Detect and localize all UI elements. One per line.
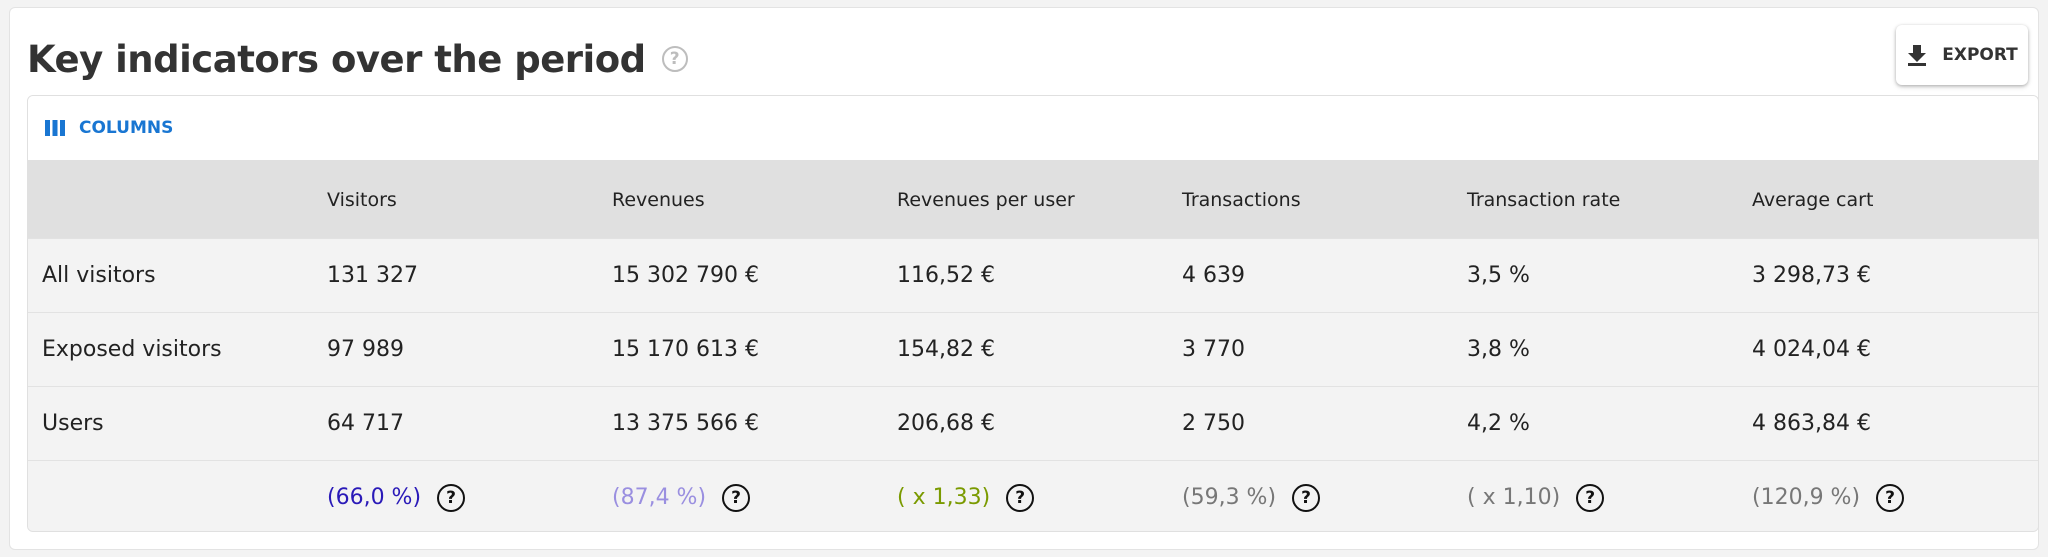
- ratio-cell: (120,9 %) ?: [1738, 483, 2034, 512]
- ratio-value: ( x 1,33): [897, 485, 991, 510]
- ratio-value: (59,3 %): [1182, 485, 1277, 510]
- table-cell: 3 298,73 €: [1752, 263, 1871, 288]
- download-icon: [1908, 45, 1927, 66]
- table-cell: 4,2 %: [1467, 411, 1530, 436]
- table-cell: 154,82 €: [897, 337, 995, 362]
- view-columns-icon: [45, 120, 65, 136]
- help-circle-icon[interactable]: ?: [1876, 483, 1905, 512]
- help-circle-icon[interactable]: ?: [661, 46, 688, 72]
- table-header-row: Visitors Revenues Revenues per user Tran…: [28, 161, 2038, 239]
- ratio-row: (66,0 %) ? (87,4 %) ? ( x 1,33) ? (59,3 …: [28, 461, 2038, 531]
- help-circle-icon[interactable]: ?: [1006, 483, 1035, 512]
- table-cell: 97 989: [327, 337, 404, 362]
- key-indicators-card: Key indicators over the period ? EXPORT …: [9, 7, 2039, 550]
- ratio-cell: (66,0 %) ?: [313, 483, 598, 512]
- ratio-cell: (59,3 %) ?: [1168, 483, 1453, 512]
- export-button[interactable]: EXPORT: [1896, 25, 2028, 85]
- page-title: Key indicators over the period: [27, 37, 646, 81]
- table-cell: 15 302 790 €: [612, 263, 759, 288]
- table-cell: 3 770: [1182, 337, 1245, 362]
- column-header-revenues[interactable]: Revenues: [598, 189, 883, 211]
- ratio-cell: ( x 1,10) ?: [1453, 483, 1738, 512]
- help-circle-icon[interactable]: ?: [1576, 483, 1605, 512]
- columns-label: COLUMNS: [79, 118, 174, 138]
- table-cell: 131 327: [327, 263, 418, 288]
- columns-button[interactable]: COLUMNS: [45, 118, 173, 138]
- ratio-cell: ( x 1,33) ?: [883, 483, 1168, 512]
- column-header-visitors[interactable]: Visitors: [313, 189, 598, 211]
- help-circle-icon[interactable]: ?: [437, 483, 466, 512]
- row-label: Exposed visitors: [42, 337, 222, 362]
- table-cell: 15 170 613 €: [612, 337, 759, 362]
- row-label: All visitors: [42, 263, 156, 288]
- table-row: Users 64 717 13 375 566 € 206,68 € 2 750…: [28, 387, 2038, 461]
- ratio-value: (120,9 %): [1752, 485, 1861, 510]
- table-cell: 3,5 %: [1467, 263, 1530, 288]
- column-header-average-cart[interactable]: Average cart: [1738, 189, 2034, 211]
- indicators-table: COLUMNS Visitors Revenues Revenues per u…: [27, 95, 2039, 532]
- table-cell: 116,52 €: [897, 263, 995, 288]
- table-toolbar: COLUMNS: [28, 96, 2038, 161]
- help-circle-icon[interactable]: ?: [722, 483, 751, 512]
- help-circle-icon[interactable]: ?: [1292, 483, 1321, 512]
- ratio-value: (87,4 %): [612, 485, 707, 510]
- column-header-transactions[interactable]: Transactions: [1168, 189, 1453, 211]
- table-cell: 13 375 566 €: [612, 411, 759, 436]
- table-row: Exposed visitors 97 989 15 170 613 € 154…: [28, 313, 2038, 387]
- table-cell: 4 024,04 €: [1752, 337, 1871, 362]
- table-cell: 3,8 %: [1467, 337, 1530, 362]
- export-label: EXPORT: [1942, 45, 2018, 65]
- table-cell: 64 717: [327, 411, 404, 436]
- table-cell: 4 639: [1182, 263, 1245, 288]
- table-cell: 4 863,84 €: [1752, 411, 1871, 436]
- table-cell: 2 750: [1182, 411, 1245, 436]
- table-row: All visitors 131 327 15 302 790 € 116,52…: [28, 239, 2038, 313]
- title-row: Key indicators over the period ?: [27, 34, 688, 84]
- ratio-value: ( x 1,10): [1467, 485, 1561, 510]
- table-cell: 206,68 €: [897, 411, 995, 436]
- row-label: Users: [42, 411, 104, 436]
- column-header-revenues-per-user[interactable]: Revenues per user: [883, 189, 1168, 211]
- column-header-transaction-rate[interactable]: Transaction rate: [1453, 189, 1738, 211]
- ratio-cell: (87,4 %) ?: [598, 483, 883, 512]
- ratio-value: (66,0 %): [327, 485, 422, 510]
